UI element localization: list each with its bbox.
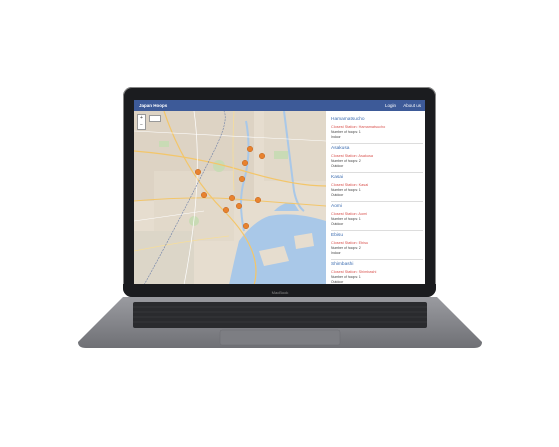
map-marker <box>258 153 265 160</box>
trackpad <box>219 329 341 346</box>
list-divider <box>331 143 423 144</box>
list-item[interactable]: Ebisu Closest Station: Ebisu Number of h… <box>331 233 423 260</box>
closest-station: Closest Station: Aomi <box>331 212 368 216</box>
hoop-count: Number of hoops: 1 <box>331 217 361 221</box>
list-item[interactable]: Aomi Closest Station: Aomi Number of hoo… <box>331 204 423 231</box>
list-divider <box>331 259 423 260</box>
map-marker <box>222 206 229 213</box>
map-marker <box>200 191 207 198</box>
brand-link[interactable]: Japan Hoops <box>139 103 167 108</box>
hoop-count: Number of hoops: 2 <box>331 159 361 163</box>
map-marker <box>242 222 249 229</box>
map-marker <box>254 196 261 203</box>
keyboard <box>133 302 427 328</box>
hoop-count: Number of hoops: 2 <box>331 246 361 250</box>
layers-button[interactable] <box>149 115 161 122</box>
place-name[interactable]: Aomi <box>331 204 423 209</box>
map-marker <box>238 175 245 182</box>
laptop-base <box>78 297 482 348</box>
place-name[interactable]: Kasai <box>331 175 423 180</box>
laptop-mockup: Japan Hoops Login About us + − Hamamatsu… <box>0 0 559 447</box>
map-view[interactable]: + − <box>134 111 326 285</box>
place-name[interactable]: Ebisu <box>331 233 423 238</box>
login-link[interactable]: Login <box>385 103 396 108</box>
court-type: Outdoor <box>331 192 344 197</box>
app-screen: Japan Hoops Login About us + − Hamamatsu… <box>134 100 425 285</box>
court-type: Indoor <box>331 134 341 139</box>
court-type: Outdoor <box>331 163 344 168</box>
place-name[interactable]: Asakusa <box>331 146 423 151</box>
place-name[interactable]: Hamamatsucho <box>331 117 423 122</box>
list-item[interactable]: Kasai Closest Station: Kasai Number of h… <box>331 175 423 202</box>
nav-links: Login About us <box>379 103 421 108</box>
device-label: MacBook <box>271 290 289 295</box>
map-marker <box>228 194 235 201</box>
hoop-count: Number of hoops: 1 <box>331 275 361 279</box>
map-marker <box>246 146 253 153</box>
hoop-count: Number of hoops: 1 <box>331 130 361 134</box>
map-marker <box>235 202 242 209</box>
court-type: Indoor <box>331 250 341 255</box>
zoom-control: + − <box>137 114 146 130</box>
closest-station: Closest Station: Asakusa <box>331 154 373 158</box>
list-item[interactable]: Asakusa Closest Station: Asakusa Number … <box>331 146 423 173</box>
about-link[interactable]: About us <box>403 103 421 108</box>
zoom-in-button[interactable]: + <box>138 115 145 122</box>
top-navbar: Japan Hoops Login About us <box>134 100 425 111</box>
place-name[interactable]: Shimbashi <box>331 262 423 267</box>
closest-station: Closest Station: Ebisu <box>331 241 369 245</box>
court-type: Outdoor <box>331 279 344 284</box>
map-marker <box>241 160 248 167</box>
list-item[interactable]: Shimbashi Closest Station: Shimbashi Num… <box>331 262 423 284</box>
hoop-count: Number of hoops: 1 <box>331 188 361 192</box>
closest-station: Closest Station: Kasai <box>331 183 369 187</box>
court-type: Outdoor <box>331 221 344 226</box>
list-divider <box>331 172 423 173</box>
list-divider <box>331 201 423 202</box>
map-canvas[interactable] <box>134 111 326 285</box>
closest-station: Closest Station: Hamamatsucho <box>331 125 386 129</box>
zoom-out-button[interactable]: − <box>138 122 145 129</box>
list-item[interactable]: Hamamatsucho Closest Station: Hamamatsuc… <box>331 117 423 144</box>
map-marker <box>195 169 202 176</box>
closest-station: Closest Station: Shimbashi <box>331 270 377 274</box>
list-divider <box>331 230 423 231</box>
places-list: Hamamatsucho Closest Station: Hamamatsuc… <box>328 111 425 285</box>
